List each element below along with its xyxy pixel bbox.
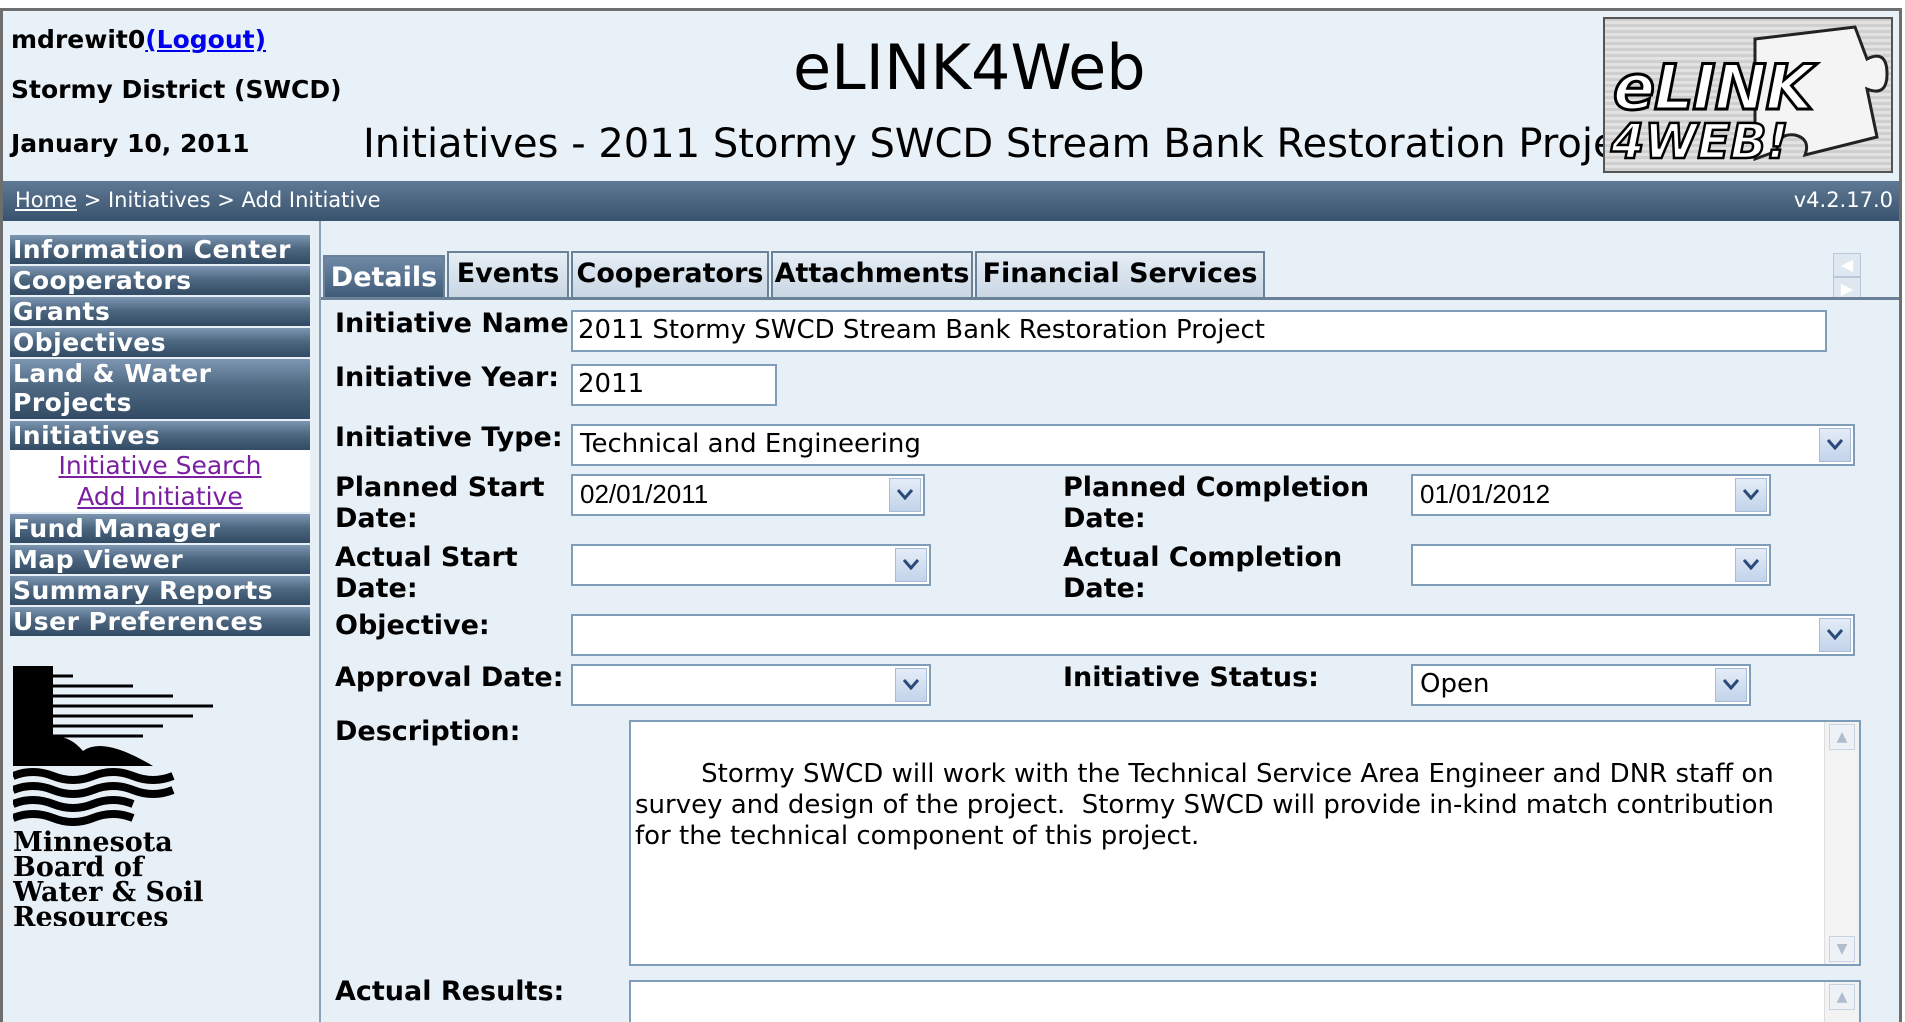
actual-completion-date-label: Actual Completion Date: [1063,542,1342,604]
description-textarea[interactable]: Stormy SWCD will work with the Technical… [629,720,1861,966]
current-date: January 10, 2011 [11,129,250,158]
page-header: mdrewit0(Logout) Stormy District (SWCD) … [3,11,1899,181]
description-label: Description: [335,716,521,747]
planned-completion-date-label: Planned Completion Date: [1063,472,1369,534]
nav-item-land-water-projects[interactable]: Land & Water Projects [10,359,310,419]
elink4web-logo: eLINK 4WEB! [1603,17,1893,173]
tab-scroll-left-icon[interactable]: ◀ [1833,253,1861,277]
nav-item-land-water-line2: Projects [13,388,133,417]
nav-item-grants[interactable]: Grants [10,297,310,326]
breadcrumb-home-link[interactable]: Home [15,188,77,212]
planned-start-date-label-line1: Planned Start [335,472,545,503]
bwsr-logo: Minnesota Board of Water & Soil Resource… [13,666,213,926]
planned-completion-date-label-line2: Date: [1063,503,1146,534]
actual-completion-date-label-line2: Date: [1063,573,1146,604]
nav-item-initiatives[interactable]: Initiatives [10,421,310,450]
nav-item-objectives[interactable]: Objectives [10,328,310,357]
actual-completion-date-picker[interactable] [1411,544,1771,586]
planned-start-date-value: 02/01/2011 [580,479,709,509]
approval-date-picker[interactable] [571,664,931,706]
bwsr-logo-line4: Resources [13,902,169,926]
breadcrumb-bar: Home > Initiatives > Add Initiative v4.2… [3,181,1899,221]
initiative-name-label: Initiative Name: [335,308,580,339]
scroll-down-icon[interactable]: ▼ [1829,936,1855,962]
left-navigation: Information Center Cooperators Grants Ob… [3,221,321,1022]
nav-item-land-water-line1: Land & Water [13,359,212,388]
user-info: mdrewit0(Logout) [11,25,266,54]
bwsr-logo-text: Minnesota Board of Water & Soil Resource… [13,827,204,926]
chevron-down-icon[interactable] [1735,478,1767,512]
initiative-year-label: Initiative Year: [335,362,560,393]
nav-item-map-viewer[interactable]: Map Viewer [10,545,310,574]
details-panel: Initiative Name: 2011 Stormy SWCD Stream… [321,297,1899,1022]
description-text: Stormy SWCD will work with the Technical… [635,759,1783,851]
nav-item-cooperators[interactable]: Cooperators [10,266,310,295]
breadcrumb-trail: > Initiatives > Add Initiative [77,188,381,212]
nav-item-fund-manager[interactable]: Fund Manager [10,514,310,543]
tab-cooperators[interactable]: Cooperators [571,251,769,297]
approval-date-label: Approval Date: [335,662,564,693]
planned-completion-date-value: 01/01/2012 [1420,479,1551,509]
objective-label: Objective: [335,610,490,641]
logout-link[interactable]: (Logout) [145,25,266,54]
chevron-down-icon[interactable] [889,478,921,512]
planned-start-date-label-line2: Date: [335,503,418,534]
version-label: v4.2.17.0 [1793,188,1893,212]
initiative-name-input[interactable]: 2011 Stormy SWCD Stream Bank Restoration… [571,310,1827,352]
description-scrollbar[interactable]: ▲ ▼ [1824,722,1859,964]
scroll-up-icon[interactable]: ▲ [1829,724,1855,750]
logo-text-elink: eLINK [1612,51,1816,124]
initiative-year-input[interactable]: 2011 [571,364,777,406]
initiative-type-select[interactable]: Technical and Engineering [571,424,1855,466]
chevron-down-icon[interactable] [1819,618,1851,652]
chevron-down-icon[interactable] [1819,428,1851,462]
breadcrumb: Home > Initiatives > Add Initiative [15,188,381,212]
page-title: Initiatives - 2011 Stormy SWCD Stream Ba… [363,121,1656,167]
chevron-down-icon[interactable] [1715,668,1747,702]
actual-start-date-label-line1: Actual Start [335,542,518,573]
planned-start-date-picker[interactable]: 02/01/2011 [571,474,925,516]
actual-results-scrollbar[interactable]: ▲ [1824,982,1859,1022]
subnav-initiative-search[interactable]: Initiative Search [10,450,310,481]
initiative-status-label: Initiative Status: [1063,662,1319,693]
planned-start-date-label: Planned Start Date: [335,472,545,534]
tab-events[interactable]: Events [447,251,569,297]
initiative-type-value: Technical and Engineering [580,429,921,459]
subnav-add-initiative[interactable]: Add Initiative [10,481,310,512]
chevron-down-icon[interactable] [895,668,927,702]
district-name: Stormy District (SWCD) [11,75,342,104]
planned-completion-date-label-line1: Planned Completion [1063,472,1370,503]
actual-start-date-label: Actual Start Date: [335,542,518,604]
tab-attachments[interactable]: Attachments [771,251,973,297]
actual-start-date-label-line2: Date: [335,573,418,604]
chevron-down-icon[interactable] [1735,548,1767,582]
content-area: Details Events Cooperators Attachments F… [321,221,1899,1022]
bwsr-logo-graphic [13,666,213,826]
actual-results-textarea[interactable]: ▲ [629,980,1861,1022]
logo-text-4web: 4WEB! [1610,114,1790,170]
nav-item-summary-reports[interactable]: Summary Reports [10,576,310,605]
actual-results-label: Actual Results: [335,976,565,1007]
planned-completion-date-picker[interactable]: 01/01/2012 [1411,474,1771,516]
tab-financial-services[interactable]: Financial Services [975,251,1265,297]
tab-details[interactable]: Details [323,255,445,299]
actual-completion-date-label-line1: Actual Completion [1063,542,1343,573]
initiative-status-select[interactable]: Open [1411,664,1751,706]
initiative-type-label: Initiative Type: [335,422,563,453]
tab-scroll-arrows: ◀ ▶ [1833,253,1893,301]
scroll-up-icon[interactable]: ▲ [1829,984,1855,1010]
chevron-down-icon[interactable] [895,548,927,582]
app-window: mdrewit0(Logout) Stormy District (SWCD) … [0,8,1902,1022]
initiative-status-value: Open [1420,669,1490,699]
nav-item-information-center[interactable]: Information Center [10,235,310,264]
username: mdrewit0 [11,25,146,54]
nav-item-user-preferences[interactable]: User Preferences [10,607,310,636]
actual-start-date-picker[interactable] [571,544,931,586]
app-title: eLINK4Web [793,31,1146,104]
objective-select[interactable] [571,614,1855,656]
